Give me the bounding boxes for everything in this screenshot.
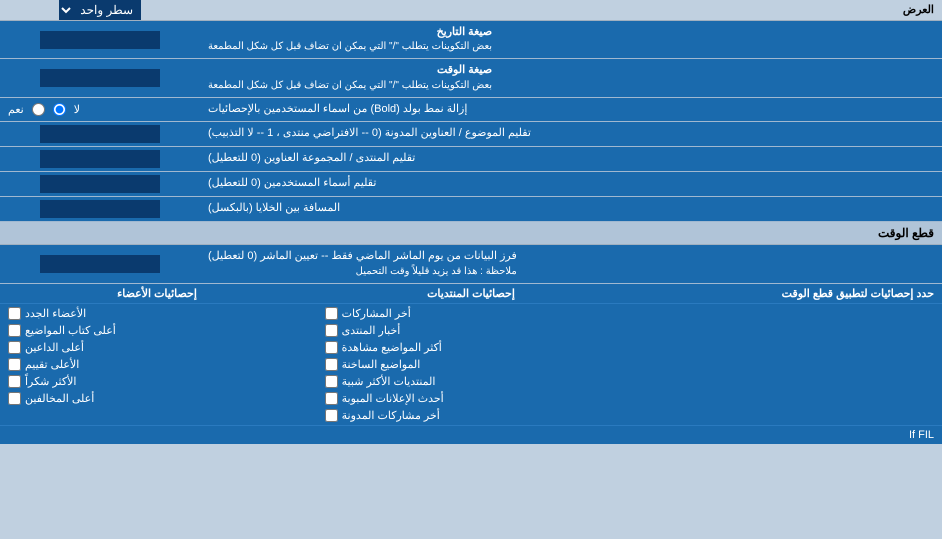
chk-col1-item-6[interactable]: أخر مشاركات المدونة — [321, 408, 630, 423]
user-sort-input-cell[interactable]: 0 — [0, 172, 200, 196]
chk-col1-label-4: المنتديات الأكثر شبية — [342, 375, 436, 388]
realtime-filter-row: فرز البيانات من يوم الماشر الماضي فقط --… — [0, 245, 942, 283]
chk-col2-label-3: الأعلى تقييم — [25, 358, 79, 371]
chk-col1-item-5[interactable]: أحدث الإعلانات المبوبة — [321, 391, 630, 406]
bold-remove-label: إزالة نمط بولد (Bold) من اسماء المستخدمي… — [200, 98, 942, 121]
cell-spacing-label: المسافة بين الخلايا (بالبكسل) — [200, 197, 942, 221]
empty-col — [633, 304, 942, 425]
forum-sort-row: تقليم المنتدى / المجموعة العناوين (0 للت… — [0, 147, 942, 172]
col2-header: إحصائيات الأعضاء — [0, 284, 314, 303]
chk-col1-item-3[interactable]: المواضيع الساخنة — [321, 357, 630, 372]
chk-col2-label-2: أعلى الداعين — [25, 341, 84, 354]
chk-col1-input-2[interactable] — [325, 341, 338, 354]
chk-col1-input-4[interactable] — [325, 375, 338, 388]
date-format-row: صيغة التاريخ بعض التكوينات يتطلب "/" الت… — [0, 21, 942, 59]
forum-sort-label: تقليم المنتدى / المجموعة العناوين (0 للت… — [200, 147, 942, 171]
chk-col2-input-1[interactable] — [8, 324, 21, 337]
chk-col1-input-1[interactable] — [325, 324, 338, 337]
chk-col2-item-5[interactable]: أعلى المخالفين — [4, 391, 313, 406]
topic-sort-input[interactable]: 33 — [40, 125, 160, 143]
time-format-label: صيغة الوقت بعض التكوينات يتطلب "/" التي … — [200, 59, 942, 96]
chk-col2-input-3[interactable] — [8, 358, 21, 371]
display-select[interactable]: سطر واحد سطرين ثلاثة أسطر — [59, 0, 141, 20]
limit-label: حدد إحصائيات لتطبيق قطع الوقت — [628, 284, 942, 303]
radio-no[interactable] — [53, 103, 66, 116]
user-sort-input[interactable]: 0 — [40, 175, 160, 193]
date-format-label: صيغة التاريخ بعض التكوينات يتطلب "/" الت… — [200, 21, 942, 58]
chk-col2-input-5[interactable] — [8, 392, 21, 405]
chk-col1-input-6[interactable] — [325, 409, 338, 422]
date-format-input[interactable]: d-m — [40, 31, 160, 49]
col1-header: إحصائيات المنتديات — [314, 284, 628, 303]
realtime-filter-input[interactable]: 0 — [40, 255, 160, 273]
chk-col1-item-1[interactable]: أخبار المنتدى — [321, 323, 630, 338]
main-container: العرض سطر واحد سطرين ثلاثة أسطر صيغة الت… — [0, 0, 942, 444]
bold-remove-row: إزالة نمط بولد (Bold) من اسماء المستخدمي… — [0, 98, 942, 122]
time-format-row: صيغة الوقت بعض التكوينات يتطلب "/" التي … — [0, 59, 942, 97]
chk-col2-item-1[interactable]: أعلى كتاب المواضيع — [4, 323, 313, 338]
radio-no-label: لا — [74, 103, 80, 116]
top-header-row: العرض سطر واحد سطرين ثلاثة أسطر — [0, 0, 942, 21]
user-sort-label: تقليم أسماء المستخدمين (0 للتعطيل) — [200, 172, 942, 196]
select-cell[interactable]: سطر واحد سطرين ثلاثة أسطر — [0, 0, 200, 20]
chk-col1-label-6: أخر مشاركات المدونة — [342, 409, 440, 422]
cell-spacing-input-cell[interactable]: 2 — [0, 197, 200, 221]
chk-col2-input-0[interactable] — [8, 307, 21, 320]
chk-col1-item-2[interactable]: أكثر المواضيع مشاهدة — [321, 340, 630, 355]
chk-col2-item-0[interactable]: الأعضاء الجدد — [4, 306, 313, 321]
chk-col2-item-4[interactable]: الأكثر شكراً — [4, 374, 313, 389]
chk-col1-label-2: أكثر المواضيع مشاهدة — [342, 341, 442, 354]
bold-remove-radio-cell[interactable]: لا نعم — [0, 98, 200, 121]
topic-sort-input-cell[interactable]: 33 — [0, 122, 200, 146]
chk-col1-input-5[interactable] — [325, 392, 338, 405]
chk-col1-label-5: أحدث الإعلانات المبوبة — [342, 392, 444, 405]
chk-col2-item-3[interactable]: الأعلى تقييم — [4, 357, 313, 372]
chk-col1-label-1: أخبار المنتدى — [342, 324, 401, 337]
chk-col1-item-4[interactable]: المنتديات الأكثر شبية — [321, 374, 630, 389]
realtime-section-header: قطع الوقت — [0, 222, 942, 245]
chk-col1-item-0[interactable]: أخر المشاركات — [321, 306, 630, 321]
checkboxes-content: أخر المشاركات أخبار المنتدى أكثر المواضي… — [0, 304, 942, 425]
col2-checkboxes: الأعضاء الجدد أعلى كتاب المواضيع أعلى ال… — [0, 304, 317, 425]
time-format-input[interactable]: H:i — [40, 69, 160, 87]
chk-col2-label-1: أعلى كتاب المواضيع — [25, 324, 116, 337]
chk-col2-input-2[interactable] — [8, 341, 21, 354]
user-sort-row: تقليم أسماء المستخدمين (0 للتعطيل) 0 — [0, 172, 942, 197]
chk-col2-label-0: الأعضاء الجدد — [25, 307, 86, 320]
display-label: العرض — [200, 0, 942, 20]
cell-spacing-input[interactable]: 2 — [40, 200, 160, 218]
col1-checkboxes: أخر المشاركات أخبار المنتدى أكثر المواضي… — [317, 304, 634, 425]
chk-col2-item-2[interactable]: أعلى الداعين — [4, 340, 313, 355]
radio-yes[interactable] — [32, 103, 45, 116]
topic-sort-row: تقليم الموضوع / العناوين المدونة (0 -- ا… — [0, 122, 942, 147]
forum-sort-input[interactable]: 33 — [40, 150, 160, 168]
chk-col2-label-5: أعلى المخالفين — [25, 392, 94, 405]
bottom-note-row: If FIL — [0, 425, 942, 444]
chk-col2-input-4[interactable] — [8, 375, 21, 388]
chk-col1-input-0[interactable] — [325, 307, 338, 320]
radio-yes-label: نعم — [8, 103, 24, 116]
realtime-filter-label: فرز البيانات من يوم الماشر الماضي فقط --… — [200, 245, 942, 282]
forum-sort-input-cell[interactable]: 33 — [0, 147, 200, 171]
chk-col1-label-3: المواضيع الساخنة — [342, 358, 421, 371]
chk-col1-input-3[interactable] — [325, 358, 338, 371]
date-format-input-cell[interactable]: d-m — [0, 21, 200, 58]
chk-col2-label-4: الأكثر شكراً — [25, 375, 76, 388]
realtime-filter-input-cell[interactable]: 0 — [0, 245, 200, 282]
bottom-note-text: If FIL — [909, 429, 934, 441]
time-format-input-cell[interactable]: H:i — [0, 59, 200, 96]
chk-col1-label-0: أخر المشاركات — [342, 307, 411, 320]
topic-sort-label: تقليم الموضوع / العناوين المدونة (0 -- ا… — [200, 122, 942, 146]
checkboxes-header-row: حدد إحصائيات لتطبيق قطع الوقت إحصائيات ا… — [0, 284, 942, 304]
cell-spacing-row: المسافة بين الخلايا (بالبكسل) 2 — [0, 197, 942, 222]
